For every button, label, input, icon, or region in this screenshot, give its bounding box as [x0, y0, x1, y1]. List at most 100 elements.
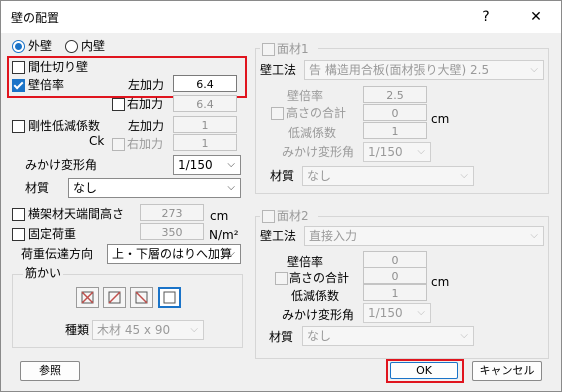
menzai2-henkei-select[interactable]: 1/150 ⌵ [363, 303, 431, 323]
menzai2-zaishitsu-select[interactable]: なし ⌵ [302, 326, 474, 346]
inner-wall-label: 内壁 [81, 39, 106, 53]
menzai1-bairitsu-label: 壁倍率 [287, 89, 324, 103]
brace-left-icon [135, 291, 148, 304]
load-select-value: 上・下層のはりへ加算 [112, 247, 233, 261]
load-select[interactable]: 上・下層のはりへ加算 ⌵ [107, 244, 241, 264]
menzai2-teigen-label: 低減係数 [291, 289, 340, 303]
ok-button[interactable]: OK [390, 362, 458, 379]
menzai2-teigen-input[interactable]: 1 [363, 284, 427, 301]
ck-label: Ck [89, 134, 105, 148]
menzai1-takasa-input[interactable]: 0 [363, 104, 427, 121]
menzai1-bairitsu-input[interactable]: 2.5 [363, 86, 427, 103]
henkei-label: みかけ変形角 [25, 158, 98, 172]
menzai1-zaishitsu-value: なし [307, 169, 332, 183]
bairitsu-label: 壁倍率 [28, 78, 65, 92]
zaishitsu-select-value: なし [73, 181, 98, 195]
cancel-button[interactable]: キャンセル [472, 361, 542, 381]
henkei-select-value: 1/150 [178, 158, 213, 172]
outer-wall-radio[interactable] [12, 40, 25, 53]
load-label: 荷重伝達方向 [21, 247, 94, 261]
title-bar: 壁の配置 ? ✕ [1, 1, 561, 33]
menzai2-takasa-checkbox[interactable] [275, 272, 288, 285]
window-title: 壁の配置 [11, 11, 60, 25]
gosei-checkbox[interactable] [12, 120, 25, 133]
chevron-down-icon: ⌵ [227, 159, 235, 170]
chevron-down-icon: ⌵ [227, 182, 235, 193]
menzai1-teigen-input[interactable]: 1 [363, 122, 427, 139]
menzai2-henkei-label: みかけ変形角 [282, 308, 355, 322]
menzai2-takasa-input[interactable]: 0 [363, 267, 427, 284]
gosei-right-label: 右加力 [127, 137, 164, 151]
brace-right-icon [108, 291, 121, 304]
menzai2-koho-label: 壁工法 [260, 229, 297, 243]
chevron-down-icon: ⌵ [530, 230, 538, 241]
mashikiri-checkbox[interactable] [12, 61, 25, 74]
outer-wall-label: 外壁 [28, 39, 53, 53]
shurui-select[interactable]: 木材 45 x 90 ⌵ [92, 320, 204, 340]
right-force-input[interactable]: 6.4 [173, 95, 237, 112]
menzai1-koho-select[interactable]: 告 構造用合板(面材張り大壁) 2.5 ⌵ [304, 60, 544, 80]
mashikiri-label: 間仕切り壁 [28, 60, 89, 74]
gosei-label: 剛性低減係数 [28, 119, 101, 133]
ref-button[interactable]: 参照 [20, 361, 80, 381]
menzai1-takasa-checkbox[interactable] [271, 107, 284, 120]
zaishitsu-label: 材質 [25, 181, 50, 195]
kotei-checkbox[interactable] [12, 228, 25, 241]
henkei-select[interactable]: 1/150 ⌵ [173, 155, 241, 175]
height-checkbox[interactable] [12, 208, 25, 221]
zaishitsu-select[interactable]: なし ⌵ [68, 178, 241, 198]
kotei-label: 固定荷重 [28, 227, 77, 241]
menzai1-zaishitsu-label: 材質 [270, 169, 295, 183]
help-button[interactable]: ? [463, 1, 509, 33]
sujikai-group-title: 筋かい [23, 265, 64, 281]
menzai2-bairitsu-input[interactable]: 0 [363, 251, 427, 268]
menzai2-koho-value: 直接入力 [309, 229, 358, 243]
gosei-right-checkbox[interactable] [112, 138, 125, 151]
menzai2-koho-select[interactable]: 直接入力 ⌵ [304, 226, 544, 246]
gosei-left-input[interactable]: 1 [173, 116, 237, 133]
menzai1-zaishitsu-select[interactable]: なし ⌵ [302, 166, 474, 186]
close-button[interactable]: ✕ [513, 1, 559, 33]
menzai2-henkei-value: 1/150 [368, 306, 403, 320]
brace-right-button[interactable] [103, 287, 126, 308]
left-force-label: 左加力 [128, 78, 165, 92]
chevron-down-icon: ⌵ [227, 248, 235, 259]
chevron-down-icon: ⌵ [417, 307, 425, 318]
dialog-window: 壁の配置 ? ✕ 外壁 内壁 間仕切り壁 壁倍率 左加力 6.4 右加力 6.4… [0, 0, 562, 392]
brace-none-icon [163, 291, 176, 304]
right-force-checkbox[interactable] [112, 98, 125, 111]
height-input[interactable]: 273 [140, 204, 204, 221]
menzai1-takasa-unit: cm [431, 112, 450, 126]
menzai1-henkei-select[interactable]: 1/150 ⌵ [363, 142, 431, 162]
menzai1-henkei-value: 1/150 [368, 145, 403, 159]
kotei-input[interactable]: 350 [140, 223, 204, 240]
height-unit: cm [210, 209, 229, 223]
menzai1-henkei-label: みかけ変形角 [282, 145, 355, 159]
brace-none-button[interactable] [158, 287, 181, 308]
menzai2-title: 面材2 [277, 209, 309, 223]
inner-wall-radio[interactable] [65, 40, 78, 53]
chevron-down-icon: ⌵ [530, 64, 538, 75]
shurui-select-value: 木材 45 x 90 [97, 323, 171, 337]
left-force-input[interactable]: 6.4 [173, 75, 237, 92]
menzai2-takasa-label: 高さの合計 [289, 271, 350, 285]
chevron-down-icon: ⌵ [190, 324, 198, 335]
menzai2-zaishitsu-label: 材質 [269, 330, 294, 344]
chevron-down-icon: ⌵ [460, 330, 468, 341]
kotei-unit: N/m² [209, 228, 239, 242]
height-label: 横架材天端間高さ [28, 207, 125, 221]
brace-left-button[interactable] [130, 287, 153, 308]
bairitsu-checkbox[interactable] [12, 79, 25, 92]
menzai1-teigen-label: 低減係数 [288, 126, 337, 140]
menzai1-checkbox[interactable] [262, 43, 275, 56]
menzai1-koho-value: 告 構造用合板(面材張り大壁) 2.5 [309, 63, 490, 77]
gosei-right-input[interactable]: 1 [173, 134, 237, 151]
gosei-left-label: 左加力 [128, 119, 165, 133]
right-force-label: 右加力 [127, 97, 164, 111]
menzai2-checkbox[interactable] [262, 210, 275, 223]
brace-cross-button[interactable] [76, 287, 99, 308]
menzai1-title: 面材1 [277, 42, 309, 56]
menzai2-takasa-unit: cm [431, 275, 450, 289]
chevron-down-icon: ⌵ [417, 146, 425, 157]
chevron-down-icon: ⌵ [460, 170, 468, 181]
